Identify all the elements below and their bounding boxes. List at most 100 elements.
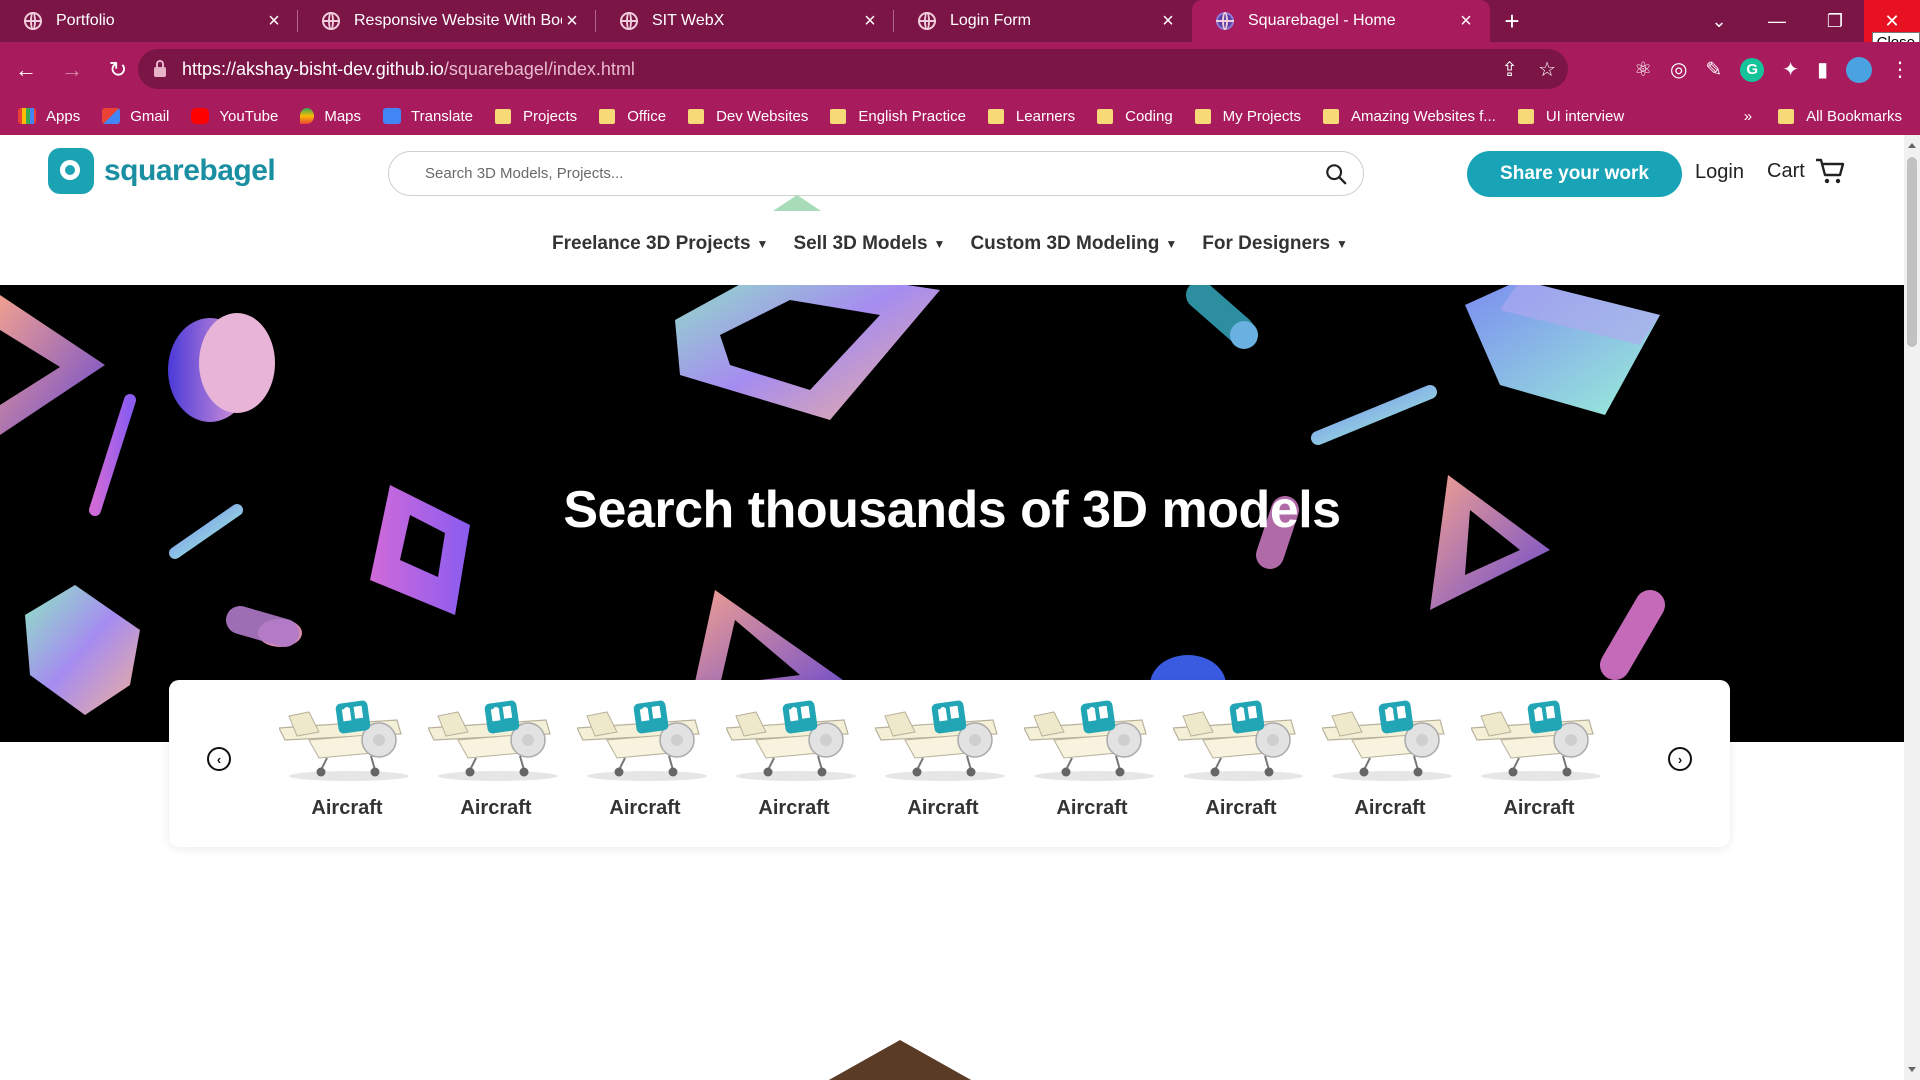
reload-icon[interactable]: ↻ — [98, 50, 138, 90]
search-icon[interactable] — [1325, 163, 1347, 185]
site-logo[interactable]: squarebagel — [48, 148, 276, 194]
bookmark-translate[interactable]: Translate — [383, 108, 473, 125]
new-tab-button[interactable]: + — [1490, 0, 1534, 42]
card-label: Aircraft — [907, 797, 979, 819]
bookmark-folder[interactable]: Amazing Websites f... — [1323, 108, 1496, 125]
restore-icon[interactable]: ❐ — [1806, 0, 1864, 42]
folder-icon — [1194, 108, 1211, 124]
browser-tab-active[interactable]: Squarebagel - Home × — [1192, 0, 1490, 42]
cart-link[interactable]: Cart — [1767, 157, 1845, 185]
aircraft-model-image — [1173, 690, 1309, 785]
back-arrow-icon[interactable]: ← — [6, 50, 46, 90]
bookmark-gmail[interactable]: Gmail — [102, 108, 169, 125]
nav-sell-3d-models[interactable]: Sell 3D Models ▼ — [793, 233, 945, 255]
site-header: squarebagel Share your work Login Cart F… — [0, 135, 1904, 285]
nav-for-designers[interactable]: For Designers ▼ — [1202, 233, 1348, 255]
carousel-card[interactable]: Aircraft — [279, 690, 415, 820]
close-tab-icon[interactable]: × — [1456, 10, 1476, 33]
bookmark-star-icon[interactable]: ☆ — [1538, 57, 1556, 82]
bookmark-folder[interactable]: Office — [599, 108, 666, 125]
aircraft-model-image — [726, 690, 862, 785]
menu-kebab-icon[interactable]: ⋮ — [1890, 57, 1910, 82]
nav-freelance-3d-projects[interactable]: Freelance 3D Projects ▼ — [552, 233, 768, 255]
carousel-card[interactable]: Aircraft — [1173, 690, 1309, 820]
bookmark-folder[interactable]: English Practice — [830, 108, 966, 125]
browser-tab[interactable]: Login Form × — [894, 0, 1192, 42]
tab-search-icon[interactable]: ⌄ — [1690, 0, 1748, 42]
carousel-prev-button[interactable]: ‹ — [207, 747, 231, 771]
extension-target-icon[interactable]: ◎ — [1670, 57, 1687, 82]
cart-icon — [1815, 158, 1844, 184]
profile-avatar[interactable] — [1846, 56, 1872, 83]
carousel-next-button[interactable]: › — [1668, 747, 1692, 771]
bookmark-label: Gmail — [130, 107, 170, 125]
scroll-up-icon[interactable] — [1908, 143, 1916, 148]
bookmark-label: All Bookmarks — [1806, 107, 1902, 125]
browser-toolbar: ← → ↻ https://akshay-bisht-dev.github.io… — [0, 42, 1920, 97]
web-page: squarebagel Share your work Login Cart F… — [0, 135, 1904, 1080]
search-input[interactable] — [425, 165, 1305, 182]
lock-icon[interactable] — [154, 60, 166, 77]
category-carousel: ‹ Aircraft Aircraft Aircraft Aircraft Ai… — [169, 680, 1730, 847]
bookmark-folder[interactable]: UI interview — [1517, 107, 1625, 125]
carousel-card[interactable]: Aircraft — [726, 690, 862, 820]
color-picker-icon[interactable]: ✎ — [1705, 57, 1722, 82]
carousel-card[interactable]: Aircraft — [875, 690, 1011, 820]
scrollbar-thumb[interactable] — [1907, 157, 1917, 347]
forward-arrow-icon[interactable]: → — [52, 50, 92, 90]
bookmark-label: UI interview — [1545, 107, 1625, 125]
bookmark-folder[interactable]: Projects — [495, 108, 577, 125]
login-link[interactable]: Login — [1695, 161, 1744, 184]
minimize-icon[interactable]: — — [1748, 0, 1806, 42]
aircraft-model-image — [428, 690, 564, 785]
card-label: Aircraft — [758, 797, 830, 819]
card-label: Aircraft — [1056, 797, 1128, 819]
close-tab-icon[interactable]: × — [562, 10, 582, 33]
all-bookmarks[interactable]: All Bookmarks — [1778, 108, 1902, 125]
browser-tab[interactable]: Portfolio × — [0, 0, 298, 42]
bookmarks-overflow-icon[interactable]: » — [1744, 108, 1752, 125]
search-bar[interactable] — [388, 151, 1364, 196]
bookmark-folder[interactable]: Dev Websites — [688, 108, 808, 125]
bookmark-label: Maps — [324, 107, 362, 125]
extensions-puzzle-icon[interactable]: ✦ — [1782, 57, 1799, 82]
carousel-card[interactable]: Aircraft — [1471, 690, 1607, 820]
carousel-card[interactable]: Aircraft — [1322, 690, 1458, 820]
side-panel-icon[interactable]: ▮ — [1817, 57, 1828, 82]
browser-tab[interactable]: Responsive Website With Bootst × — [298, 0, 596, 42]
share-your-work-button[interactable]: Share your work — [1467, 151, 1682, 197]
section-image-peek — [820, 1040, 980, 1080]
react-devtools-icon[interactable]: ⚛ — [1634, 57, 1652, 82]
close-tab-icon[interactable]: × — [264, 10, 284, 33]
nav-label: Freelance 3D Projects — [552, 233, 751, 254]
nav-custom-3d-modeling[interactable]: Custom 3D Modeling ▼ — [970, 233, 1177, 255]
carousel-card[interactable]: Aircraft — [1024, 690, 1160, 820]
close-tab-icon[interactable]: × — [860, 10, 880, 33]
maps-icon — [300, 108, 315, 124]
bookmark-folder[interactable]: Learners — [987, 108, 1075, 125]
close-tab-icon[interactable]: × — [1158, 10, 1178, 33]
page-scrollbar[interactable] — [1904, 135, 1920, 1080]
grammarly-icon[interactable]: G — [1740, 57, 1765, 82]
carousel-card[interactable]: Aircraft — [577, 690, 713, 820]
folder-icon — [688, 108, 705, 124]
bookmark-folder[interactable]: Coding — [1097, 108, 1173, 125]
bookmark-maps[interactable]: Maps — [300, 108, 361, 125]
scroll-down-icon[interactable] — [1908, 1067, 1916, 1072]
bookmark-apps[interactable]: Apps — [18, 108, 80, 125]
chevron-down-icon: ▼ — [1165, 237, 1178, 251]
browser-tab-bar: Portfolio × Responsive Website With Boot… — [0, 0, 1920, 53]
chevron-down-icon: ▼ — [756, 237, 769, 251]
share-icon[interactable]: ⇪ — [1501, 57, 1518, 82]
bookmark-label: Office — [627, 107, 667, 125]
site-favicon-icon — [1216, 12, 1234, 30]
bookmark-youtube[interactable]: YouTube — [191, 108, 278, 125]
browser-tab[interactable]: SIT WebX × — [596, 0, 894, 42]
tab-title: Login Form — [950, 12, 1031, 29]
hero-title: Search thousands of 3D models — [563, 481, 1341, 539]
address-bar[interactable]: https://akshay-bisht-dev.github.io/squar… — [138, 49, 1568, 89]
carousel-card[interactable]: Aircraft — [428, 690, 564, 820]
card-label: Aircraft — [609, 797, 681, 819]
bookmark-folder[interactable]: My Projects — [1194, 108, 1301, 125]
globe-icon — [918, 12, 936, 30]
